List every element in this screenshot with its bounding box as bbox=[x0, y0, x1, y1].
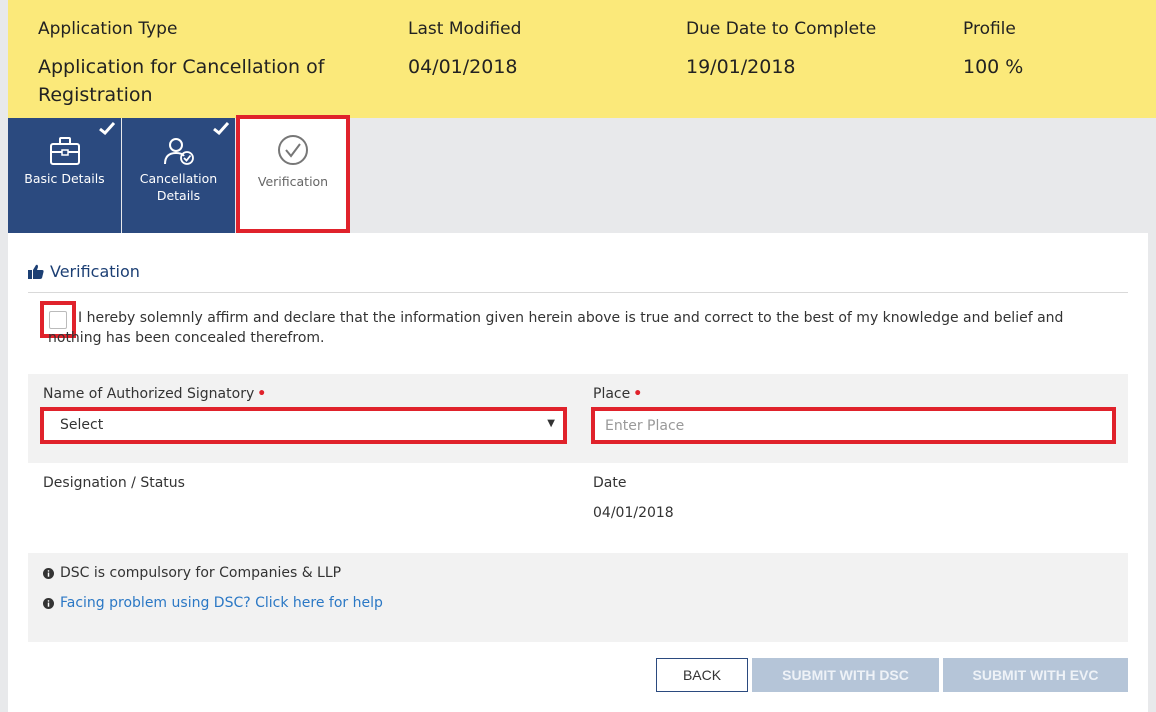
affirm-declaration-text: I hereby solemnly affirm and declare tha… bbox=[48, 310, 1064, 346]
designation-label: Designation / Status bbox=[43, 475, 185, 491]
tab-verification[interactable]: Verification bbox=[236, 115, 350, 233]
application-type-label: Application Type bbox=[38, 19, 178, 39]
dsc-note: DSC is compulsory for Companies & LLP bbox=[43, 565, 341, 581]
signatory-select-value: Select bbox=[60, 417, 104, 433]
application-type-value: Application for Cancellation of Registra… bbox=[38, 56, 325, 106]
application-type-column: Application Type Application for Cancell… bbox=[38, 18, 378, 109]
briefcase-icon bbox=[49, 137, 80, 165]
signatory-form-row: Name of Authorized Signatory • Select ▼ P… bbox=[28, 374, 1128, 463]
required-marker: • bbox=[257, 386, 267, 402]
place-field-highlight bbox=[591, 407, 1116, 444]
verification-panel: Verification I hereby solemnly affirm an… bbox=[8, 233, 1148, 712]
place-label: Place • bbox=[593, 386, 643, 402]
thumbs-up-icon bbox=[28, 264, 44, 279]
tab-label: Cancellation Details bbox=[139, 171, 218, 203]
info-icon bbox=[43, 597, 54, 609]
date-label: Date bbox=[593, 475, 627, 491]
last-modified-value: 04/01/2018 bbox=[408, 56, 518, 78]
check-icon bbox=[99, 122, 115, 135]
due-date-value: 19/01/2018 bbox=[686, 56, 796, 78]
due-date-column: Due Date to Complete 19/01/2018 bbox=[686, 18, 876, 81]
tab-label: Basic Details bbox=[24, 171, 105, 186]
tab-label: Verification bbox=[257, 174, 329, 189]
submit-with-evc-button[interactable]: SUBMIT WITH EVC bbox=[943, 658, 1128, 692]
place-input[interactable] bbox=[595, 411, 1112, 440]
required-marker: • bbox=[633, 386, 643, 402]
section-divider bbox=[28, 292, 1128, 293]
signatory-label: Name of Authorized Signatory • bbox=[43, 386, 267, 402]
tab-basic-details[interactable]: Basic Details bbox=[8, 118, 121, 233]
date-value: 04/01/2018 bbox=[593, 505, 674, 521]
signatory-select[interactable]: Select ▼ bbox=[40, 407, 567, 444]
submit-with-dsc-button[interactable]: SUBMIT WITH DSC bbox=[752, 658, 939, 692]
tab-cancellation-details[interactable]: Cancellation Details bbox=[122, 118, 235, 233]
application-summary-header: Application Type Application for Cancell… bbox=[8, 0, 1156, 118]
dropdown-arrow-icon: ▼ bbox=[547, 418, 555, 429]
profile-column: Profile 100 % bbox=[963, 18, 1023, 81]
user-check-icon bbox=[163, 138, 194, 165]
back-button[interactable]: BACK bbox=[656, 658, 748, 692]
check-circle-icon bbox=[278, 135, 308, 165]
dsc-help-link[interactable]: Facing problem using DSC? Click here for… bbox=[43, 595, 383, 611]
profile-value: 100 % bbox=[963, 56, 1024, 78]
last-modified-label: Last Modified bbox=[408, 19, 522, 39]
due-date-label: Due Date to Complete bbox=[686, 19, 877, 39]
dsc-info-box: DSC is compulsory for Companies & LLP Fa… bbox=[28, 553, 1128, 642]
info-icon bbox=[43, 567, 54, 579]
check-icon bbox=[213, 122, 229, 135]
section-title: Verification bbox=[28, 262, 140, 281]
last-modified-column: Last Modified 04/01/2018 bbox=[408, 18, 521, 81]
profile-label: Profile bbox=[963, 19, 1016, 39]
